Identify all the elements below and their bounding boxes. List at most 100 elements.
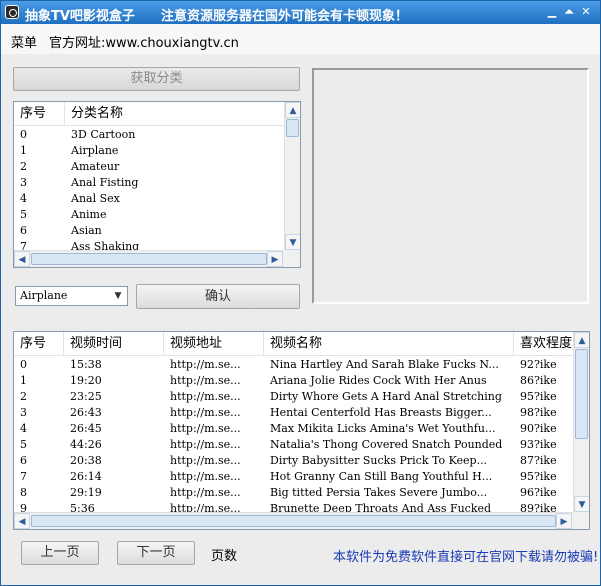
close-icon[interactable]: ✕ <box>579 5 593 19</box>
category-list[interactable]: 序号 分类名称 0 3D Cartoon 1 Airplane 2 Amateur 3 Ana… <box>13 101 301 268</box>
scroll-right-icon[interactable]: ▶ <box>267 251 283 267</box>
video-name: Ariana Jolie Rides Cock With Her Anus <box>270 374 487 387</box>
list-item[interactable]: 4 Anal Sex <box>14 191 284 207</box>
next-page-button[interactable]: 下一页 <box>117 541 195 565</box>
menu-item-menu[interactable]: 菜单 <box>11 32 37 51</box>
list-item[interactable]: 0 3D Cartoon <box>14 127 284 143</box>
scroll-thumb[interactable] <box>286 119 299 137</box>
list-item[interactable]: 5 Anime <box>14 207 284 223</box>
scroll-up-icon[interactable]: ▲ <box>285 102 300 118</box>
category-name: Airplane <box>71 144 119 157</box>
table-row[interactable]: 3 26:43 http://m.se... Hentai Centerfold Ha… <box>14 405 573 421</box>
video-list-header: 序号 视频时间 视频地址 视频名称 喜欢程度 <box>14 332 573 356</box>
chevron-down-icon[interactable]: ▼ <box>111 289 125 303</box>
menu-item-website[interactable]: 官方网址:www.chouxiangtv.cn <box>49 32 239 51</box>
video-index: 7 <box>20 470 27 483</box>
video-list[interactable]: 序号 视频时间 视频地址 视频名称 喜欢程度 0 15:38 http://m.se… <box>13 331 590 530</box>
category-select[interactable]: Airplane ▼ <box>15 286 128 306</box>
video-duration: 20:38 <box>70 454 102 467</box>
table-row[interactable]: 4 26:45 http://m.se... Max Mikita Licks Ami… <box>14 421 573 437</box>
category-name: Anal Sex <box>71 192 120 205</box>
scroll-thumb[interactable] <box>31 253 267 265</box>
scroll-left-icon[interactable]: ◀ <box>14 513 30 529</box>
video-name: Dirty Babysitter Sucks Prick To Keep... <box>270 454 488 467</box>
video-rating: 87?ike <box>520 454 557 467</box>
category-index: 2 <box>20 160 27 173</box>
category-list-hscrollbar[interactable]: ◀ ▶ <box>14 250 284 267</box>
column-header-duration[interactable]: 视频时间 <box>64 332 164 356</box>
video-duration: 15:38 <box>70 358 102 371</box>
column-header-video-name[interactable]: 视频名称 <box>264 332 514 356</box>
table-row[interactable]: 5 44:26 http://m.se... Natalia's Thong Cove… <box>14 437 573 453</box>
list-item[interactable]: 3 Anal Fisting <box>14 175 284 191</box>
column-header-category-name[interactable]: 分类名称 <box>65 102 284 126</box>
scroll-down-icon[interactable]: ▼ <box>574 496 589 512</box>
fetch-categories-button[interactable]: 获取分类 <box>13 67 300 91</box>
list-item[interactable]: 1 Airplane <box>14 143 284 159</box>
video-index: 4 <box>20 422 27 435</box>
video-index: 8 <box>20 486 27 499</box>
scroll-left-icon[interactable]: ◀ <box>14 251 30 267</box>
video-url: http://m.se... <box>170 358 241 371</box>
video-index: 3 <box>20 406 27 419</box>
video-duration: 26:14 <box>70 470 102 483</box>
page-label: 页数 <box>211 549 238 564</box>
video-rating: 93?ike <box>520 438 557 451</box>
video-url: http://m.se... <box>170 454 241 467</box>
video-url: http://m.se... <box>170 422 241 435</box>
video-url: http://m.se... <box>170 470 241 483</box>
app-logo-icon <box>5 5 19 19</box>
scroll-down-icon[interactable]: ▼ <box>285 234 300 250</box>
video-rating: 95?ike <box>520 390 557 403</box>
video-rating: 98?ike <box>520 406 557 419</box>
video-rating: 90?ike <box>520 422 557 435</box>
confirm-button[interactable]: 确认 <box>136 284 300 309</box>
footer-notice: 本软件为免费软件直接可在官网下载请勿被骗! <box>333 550 599 565</box>
table-row[interactable]: 6 20:38 http://m.se... Dirty Babysitter Suc… <box>14 453 573 469</box>
minimize-icon[interactable]: ▁ <box>545 5 559 19</box>
table-row[interactable]: 0 15:38 http://m.se... Nina Hartley And Sar… <box>14 357 573 373</box>
table-row[interactable]: 8 29:19 http://m.se... Big titted Persia Ta… <box>14 485 573 501</box>
column-header-index[interactable]: 序号 <box>14 332 64 356</box>
video-rating: 96?ike <box>520 486 557 499</box>
video-url: http://m.se... <box>170 438 241 451</box>
category-name: 3D Cartoon <box>71 128 136 141</box>
category-name: Amateur <box>71 160 120 173</box>
category-index: 5 <box>20 208 27 221</box>
scroll-right-icon[interactable]: ▶ <box>556 513 572 529</box>
video-list-vscrollbar[interactable]: ▲ ▼ <box>573 332 589 512</box>
prev-page-button[interactable]: 上一页 <box>21 541 99 565</box>
video-duration: 26:45 <box>70 422 102 435</box>
title-bar[interactable]: 抽象TV吧影视盒子 注意资源服务器在国外可能会有卡顿现象！ ▁ ⏶ ✕ <box>1 1 600 24</box>
scroll-up-icon[interactable]: ▲ <box>574 332 589 348</box>
video-index: 1 <box>20 374 27 387</box>
title-notice: 注意资源服务器在国外可能会有卡顿现象！ <box>161 9 409 24</box>
list-item[interactable]: 6 Asian <box>14 223 284 239</box>
video-duration: 26:43 <box>70 406 102 419</box>
video-duration: 29:19 <box>70 486 102 499</box>
video-list-hscrollbar[interactable]: ◀ ▶ <box>14 512 573 529</box>
app-window: 抽象TV吧影视盒子 注意资源服务器在国外可能会有卡顿现象！ ▁ ⏶ ✕ 菜单 官… <box>0 0 601 586</box>
video-index: 6 <box>20 454 27 467</box>
column-header-url[interactable]: 视频地址 <box>164 332 264 356</box>
video-duration: 44:26 <box>70 438 102 451</box>
maximize-icon[interactable]: ⏶ <box>562 5 576 19</box>
scroll-thumb[interactable] <box>575 349 588 439</box>
category-index: 0 <box>20 128 27 141</box>
list-item[interactable]: 2 Amateur <box>14 159 284 175</box>
video-index: 5 <box>20 438 27 451</box>
column-header-rating[interactable]: 喜欢程度 <box>514 332 573 356</box>
video-rating: 86?ike <box>520 374 557 387</box>
table-row[interactable]: 2 23:25 http://m.se... Dirty Whore Gets A H… <box>14 389 573 405</box>
category-list-vscrollbar[interactable]: ▲ ▼ <box>284 102 300 250</box>
table-row[interactable]: 7 26:14 http://m.se... Hot Granny Can Still… <box>14 469 573 485</box>
category-index: 3 <box>20 176 27 189</box>
scroll-thumb[interactable] <box>31 515 556 527</box>
main-panel: 获取分类 序号 分类名称 0 3D Cartoon 1 Airplane 2 Amateu… <box>1 54 600 585</box>
video-name: Big titted Persia Takes Severe Jumbo... <box>270 486 488 499</box>
scroll-corner <box>573 512 589 529</box>
column-header-index[interactable]: 序号 <box>14 102 65 126</box>
category-name: Anal Fisting <box>71 176 139 189</box>
table-row[interactable]: 1 19:20 http://m.se... Ariana Jolie Rides C… <box>14 373 573 389</box>
video-url: http://m.se... <box>170 486 241 499</box>
